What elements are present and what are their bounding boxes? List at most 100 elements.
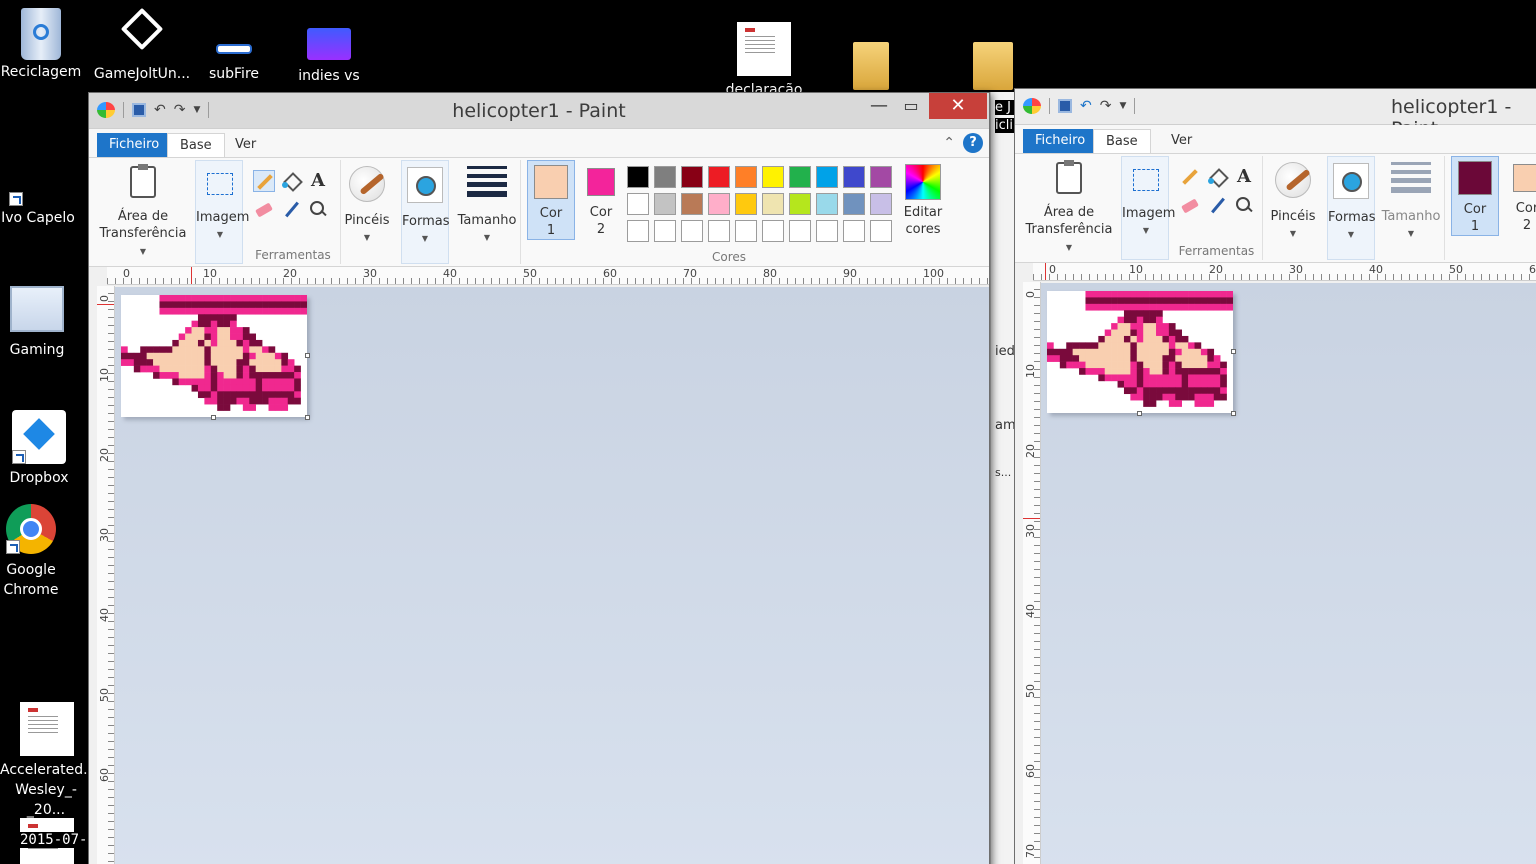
eraser-icon[interactable] xyxy=(1179,194,1201,216)
color-picker-icon[interactable] xyxy=(281,198,303,220)
brushes-button[interactable]: Pincéis ▼ xyxy=(1269,158,1317,242)
color1-button[interactable]: Cor 1 xyxy=(1451,156,1499,236)
palette-swatch[interactable] xyxy=(816,193,838,215)
edit-colors-button[interactable]: Editar cores xyxy=(897,160,949,238)
canvas-workspace[interactable] xyxy=(115,287,989,864)
palette-swatch[interactable] xyxy=(870,220,892,242)
desktop-icon-dropbox[interactable]: Dropbox xyxy=(0,410,78,488)
palette-swatch[interactable] xyxy=(681,166,703,188)
clipboard-button[interactable]: Área de Transferência ▼ xyxy=(95,162,191,260)
resize-handle-right[interactable] xyxy=(1231,349,1236,354)
customize-qat-icon[interactable]: ▼ xyxy=(1119,97,1126,115)
palette-swatch[interactable] xyxy=(735,220,757,242)
help-icon[interactable]: ? xyxy=(963,133,983,153)
resize-handle-corner[interactable] xyxy=(305,415,310,420)
desktop-icon-gaming[interactable]: Gaming xyxy=(0,286,74,360)
size-button[interactable]: Tamanho ▼ xyxy=(1379,158,1443,242)
palette-swatch[interactable] xyxy=(627,193,649,215)
desktop-icon-recycle-bin[interactable]: Reciclagem xyxy=(0,8,82,82)
text-icon[interactable]: A xyxy=(307,170,329,192)
eraser-icon[interactable] xyxy=(253,198,275,220)
magnifier-icon[interactable] xyxy=(307,198,329,220)
maximize-button[interactable]: ▭ xyxy=(897,93,925,119)
palette-swatch[interactable] xyxy=(762,220,784,242)
size-button[interactable]: Tamanho ▼ xyxy=(455,162,519,246)
pencil-icon[interactable] xyxy=(1179,166,1201,188)
title-bar[interactable]: ↶ ↷ ▼ helicopter1 - Paint xyxy=(1015,89,1536,140)
palette-swatch[interactable] xyxy=(816,220,838,242)
tab-file[interactable]: Ficheiro xyxy=(97,133,172,159)
text-icon[interactable]: A xyxy=(1233,166,1255,188)
color1-button[interactable]: Cor 1 xyxy=(527,160,575,240)
tab-view[interactable]: Ver xyxy=(223,133,268,159)
title-bar[interactable]: ↶ ↷ ▼ helicopter1 - Paint — ▭ ✕ xyxy=(89,93,989,129)
collapse-ribbon-icon[interactable]: ⌃ xyxy=(943,135,955,151)
shapes-button[interactable]: Formas ▼ xyxy=(402,163,450,247)
close-button[interactable]: ✕ xyxy=(929,93,987,119)
resize-handle-right[interactable] xyxy=(305,353,310,358)
palette-swatch[interactable] xyxy=(870,166,892,188)
palette-swatch[interactable] xyxy=(789,220,811,242)
palette-swatch[interactable] xyxy=(627,220,649,242)
palette-swatch[interactable] xyxy=(735,193,757,215)
tab-home[interactable]: Base xyxy=(1093,129,1151,155)
folder-icon[interactable] xyxy=(853,42,889,90)
sprite-pixel xyxy=(1168,297,1176,305)
shapes-button[interactable]: Formas ▼ xyxy=(1328,159,1376,243)
palette-swatch[interactable] xyxy=(654,193,676,215)
palette-swatch[interactable] xyxy=(762,166,784,188)
desktop-icon-declaracao[interactable]: declaração xyxy=(722,22,806,100)
image-button[interactable]: Imagem ▼ xyxy=(1122,159,1175,239)
minimize-button[interactable]: — xyxy=(865,93,893,119)
undo-icon[interactable]: ↶ xyxy=(1080,97,1092,115)
drawing-canvas[interactable] xyxy=(1047,291,1236,416)
fill-icon[interactable] xyxy=(281,170,303,192)
paint-window-second[interactable]: ↶ ↷ ▼ helicopter1 - Paint Ficheiro Base … xyxy=(1014,88,1536,864)
palette-swatch[interactable] xyxy=(789,166,811,188)
resize-handle-bottom[interactable] xyxy=(1137,411,1142,416)
palette-swatch[interactable] xyxy=(843,166,865,188)
palette-swatch[interactable] xyxy=(708,193,730,215)
palette-swatch[interactable] xyxy=(843,193,865,215)
palette-swatch[interactable] xyxy=(681,193,703,215)
desktop-icon-subfire[interactable]: subFire xyxy=(196,8,272,84)
image-button[interactable]: Imagem ▼ xyxy=(196,163,249,243)
palette-swatch[interactable] xyxy=(708,220,730,242)
paint-app-icon[interactable] xyxy=(1023,98,1041,114)
paint-window-main[interactable]: ↶ ↷ ▼ helicopter1 - Paint — ▭ ✕ Ficheiro… xyxy=(88,92,990,864)
desktop-icon-ivo-capelo[interactable]: Ivo Capelo xyxy=(0,186,76,228)
desktop-icon-gamejolt[interactable]: GameJoltUn... xyxy=(92,7,192,84)
palette-swatch[interactable] xyxy=(735,166,757,188)
color-picker-icon[interactable] xyxy=(1207,194,1229,216)
desktop-icon-accelerated[interactable]: Accelerated... Wesley_-_20... xyxy=(0,702,97,820)
clipboard-button[interactable]: Área de Transferência ▼ xyxy=(1021,158,1117,256)
tab-home[interactable]: Base xyxy=(167,133,225,159)
desktop-icon-indies[interactable]: indies vs xyxy=(288,8,370,86)
folder-icon[interactable] xyxy=(973,42,1013,90)
palette-swatch[interactable] xyxy=(681,220,703,242)
canvas-workspace[interactable] xyxy=(1041,283,1536,864)
resize-handle-bottom[interactable] xyxy=(211,415,216,420)
brushes-button[interactable]: Pincéis ▼ xyxy=(343,162,391,246)
palette-swatch[interactable] xyxy=(816,166,838,188)
drawing-canvas[interactable] xyxy=(121,295,310,420)
desktop-icon-chrome[interactable]: Google Chrome xyxy=(0,504,62,600)
palette-swatch[interactable] xyxy=(627,166,649,188)
palette-swatch[interactable] xyxy=(708,166,730,188)
save-icon[interactable] xyxy=(1058,99,1072,113)
tab-view[interactable]: Ver xyxy=(1159,129,1204,155)
magnifier-icon[interactable] xyxy=(1233,194,1255,216)
palette-swatch[interactable] xyxy=(762,193,784,215)
pencil-icon[interactable] xyxy=(253,170,275,192)
palette-swatch[interactable] xyxy=(654,166,676,188)
fill-icon[interactable] xyxy=(1207,166,1229,188)
resize-handle-corner[interactable] xyxy=(1231,411,1236,416)
palette-swatch[interactable] xyxy=(870,193,892,215)
palette-swatch[interactable] xyxy=(843,220,865,242)
palette-swatch[interactable] xyxy=(789,193,811,215)
color2-button[interactable]: Cor 2 xyxy=(577,160,625,240)
palette-swatch[interactable] xyxy=(654,220,676,242)
redo-icon[interactable]: ↷ xyxy=(1100,97,1112,115)
color2-button[interactable]: Cor 2 xyxy=(1503,156,1536,236)
tab-file[interactable]: Ficheiro xyxy=(1023,129,1098,155)
